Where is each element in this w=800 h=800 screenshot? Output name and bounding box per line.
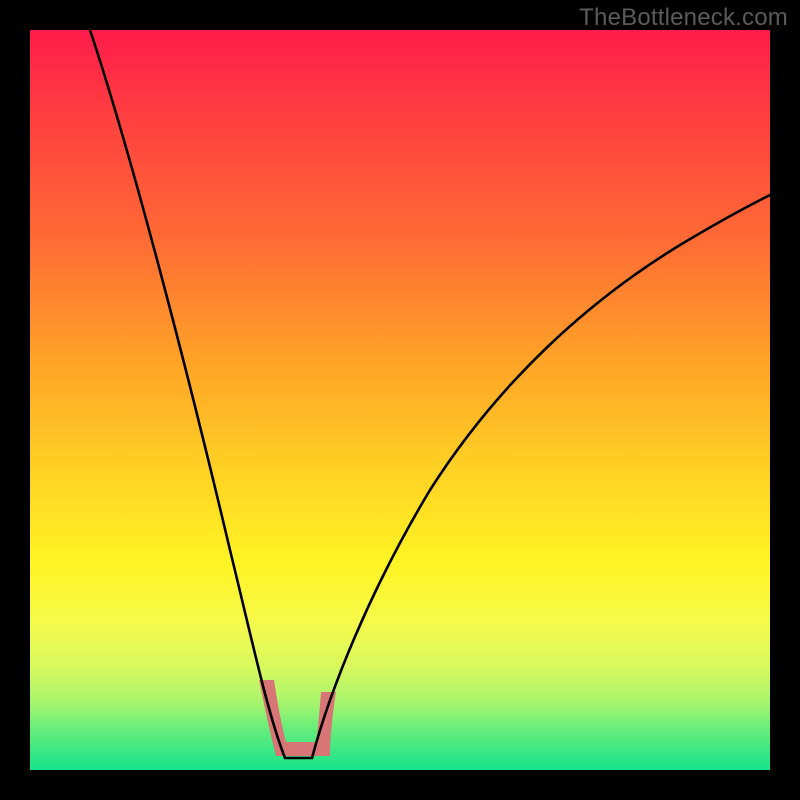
bottleneck-curve bbox=[90, 30, 770, 758]
watermark-text: TheBottleneck.com bbox=[579, 4, 788, 32]
plot-area bbox=[30, 30, 770, 770]
curve-layer bbox=[30, 30, 770, 770]
chart-frame: TheBottleneck.com bbox=[0, 0, 800, 800]
